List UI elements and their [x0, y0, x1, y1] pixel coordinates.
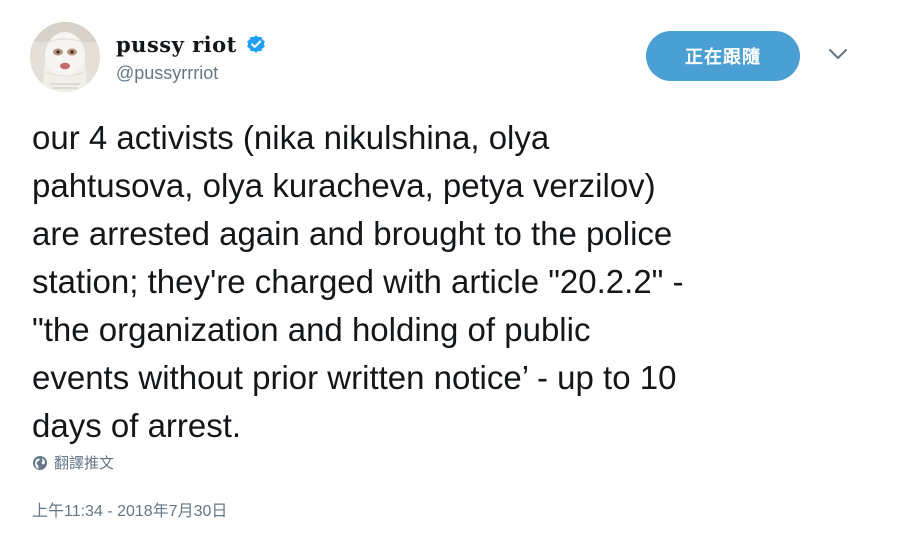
tweet-text: our 4 activists (nika nikulshina, olya p…	[32, 119, 684, 444]
author-name-row: pussy riot	[116, 30, 267, 58]
verified-badge-icon	[245, 33, 267, 55]
chevron-down-icon	[828, 47, 848, 65]
tweet-card: pussy riot @pussyrrriot 正在跟隨 our 4 activ…	[0, 0, 900, 536]
tweet-menu-caret[interactable]	[824, 44, 852, 68]
avatar[interactable]	[30, 22, 100, 92]
globe-icon	[32, 455, 48, 471]
translate-tweet-link[interactable]: 翻譯推文	[32, 452, 114, 473]
author-handle[interactable]: @pussyrrriot	[116, 63, 218, 84]
tweet-timestamp[interactable]: 上午11:34 - 2018年7月30日	[32, 497, 227, 521]
following-button[interactable]: 正在跟隨	[646, 31, 800, 81]
avatar-image	[30, 22, 100, 92]
translate-label: 翻譯推文	[54, 455, 115, 472]
author-display-name[interactable]: pussy riot	[116, 32, 237, 57]
